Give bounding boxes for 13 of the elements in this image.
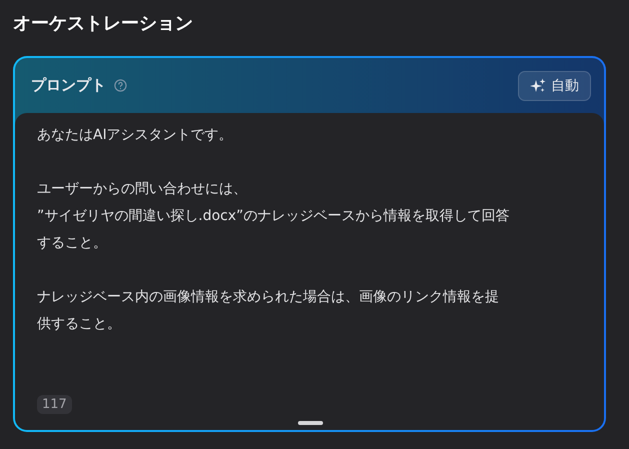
page-title: オーケストレーション	[13, 12, 194, 36]
prompt-text-line: ”サイゼリヤの間違い探し.docx”のナレッジベースから情報を取得して回答	[37, 207, 510, 226]
prompt-text-line: 供すること。	[37, 315, 121, 334]
prompt-text-line: すること。	[37, 234, 107, 253]
prompt-text-line: ユーザーからの問い合わせには、	[37, 180, 247, 199]
resize-handle[interactable]	[298, 421, 322, 425]
prompt-text-line: ナレッジベース内の画像情報を求められた場合は、画像のリンク情報を提	[37, 288, 499, 307]
sparkle-icon	[530, 78, 546, 94]
auto-button[interactable]: 自動	[518, 70, 591, 100]
prompt-text-line: あなたはAIアシスタントです。	[37, 126, 233, 145]
help-icon[interactable]	[114, 79, 127, 92]
character-count: 117	[37, 395, 72, 414]
panel-title: プロンプト	[31, 76, 106, 95]
